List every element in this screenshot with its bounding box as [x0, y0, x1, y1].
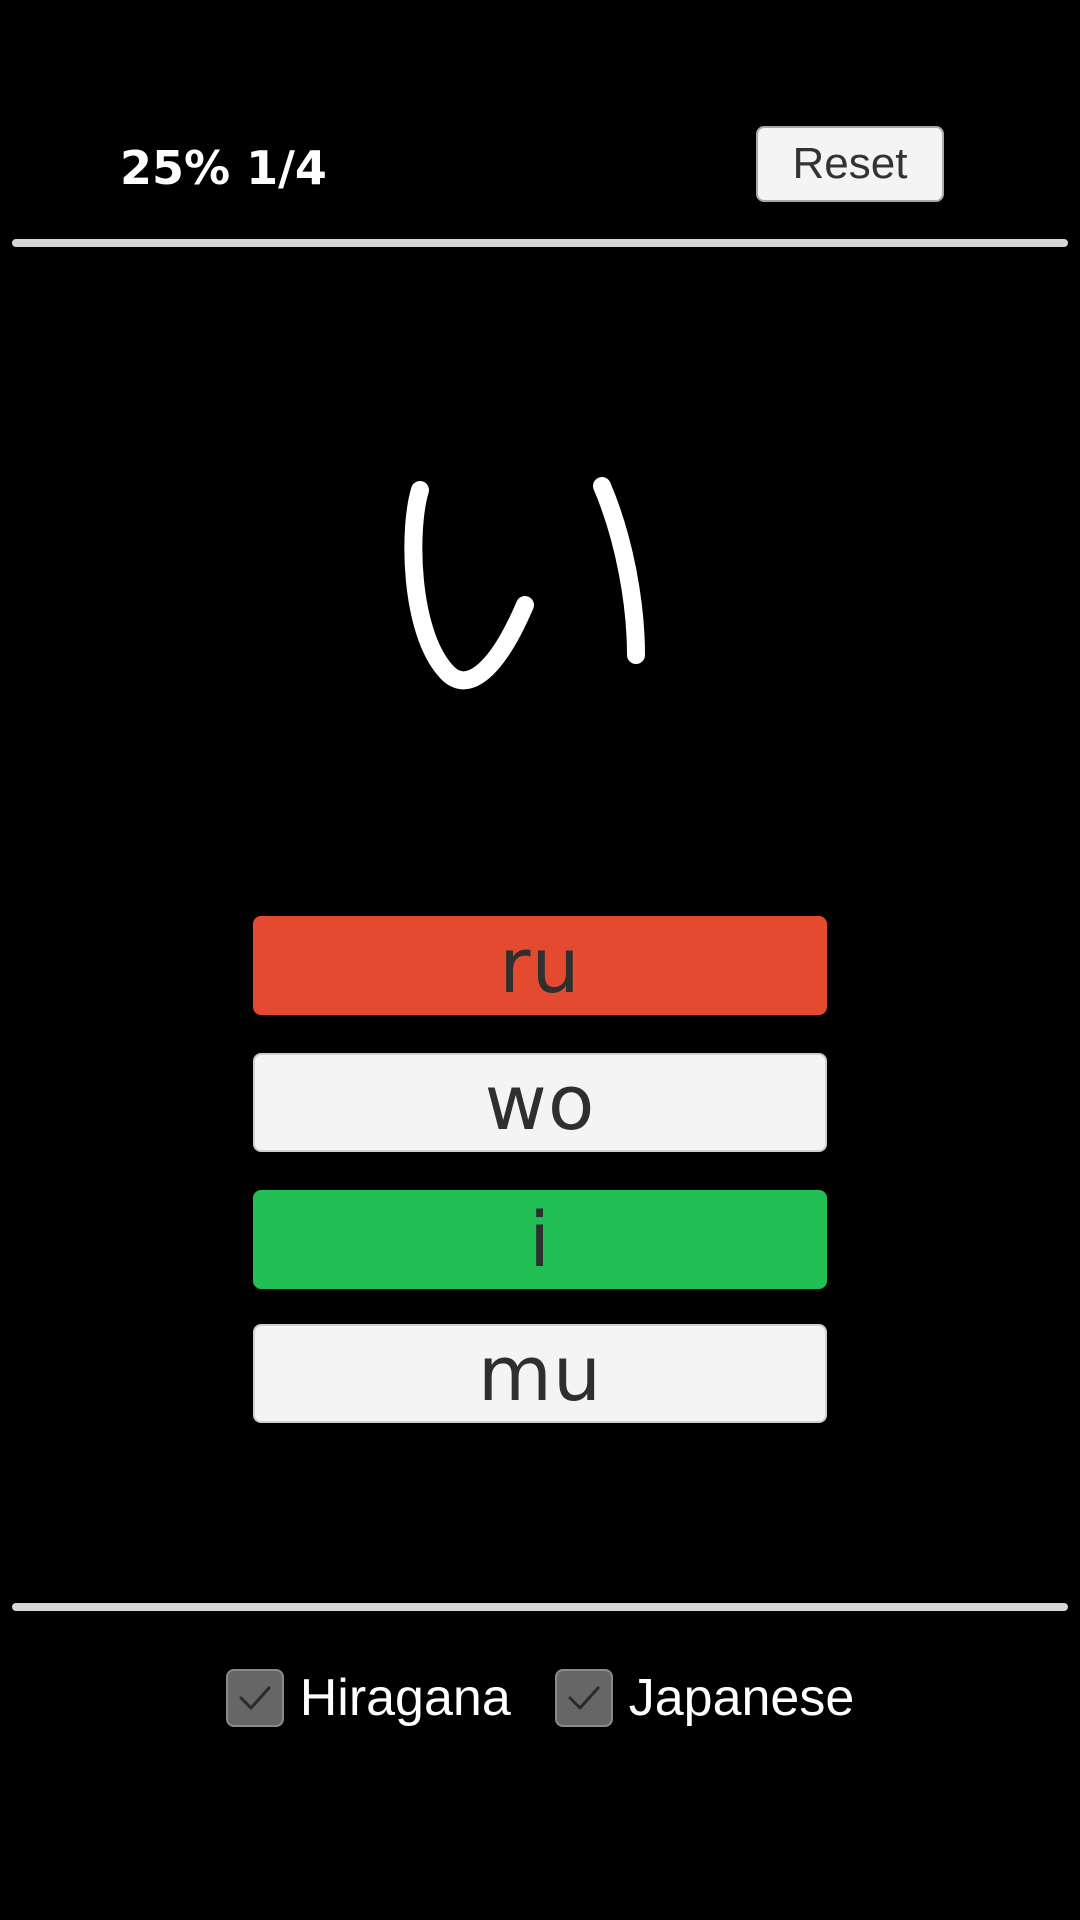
- answer-label: i: [528, 1194, 552, 1284]
- japanese-label: Japanese: [628, 1669, 855, 1727]
- hiragana-option[interactable]: Hiragana: [225, 1668, 511, 1728]
- options-row: Hiragana Japanese: [0, 1658, 1080, 1738]
- kana-stroke-left: [404, 481, 534, 690]
- hiragana-label: Hiragana: [299, 1669, 511, 1727]
- question-kana: い: [0, 460, 1080, 720]
- progress-indicator: 25% 1/4: [120, 138, 327, 198]
- kana-glyph: [404, 477, 645, 690]
- top-divider: [12, 239, 1068, 247]
- answer-button-wo[interactable]: wo: [253, 1053, 827, 1152]
- reset-button[interactable]: Reset: [756, 126, 944, 202]
- progress-percent: 25%: [120, 141, 231, 195]
- answer-label: wo: [484, 1057, 596, 1147]
- japanese-option[interactable]: Japanese: [554, 1668, 855, 1728]
- answer-button-i[interactable]: i: [253, 1190, 827, 1289]
- check-icon: [568, 1686, 600, 1710]
- answer-button-mu[interactable]: mu: [253, 1324, 827, 1423]
- answer-label: ru: [499, 920, 581, 1010]
- japanese-checkbox[interactable]: [554, 1669, 613, 1727]
- answer-label: mu: [477, 1328, 603, 1418]
- bottom-divider: [12, 1603, 1068, 1611]
- kana-stroke-right: [593, 477, 645, 664]
- hiragana-checkbox[interactable]: [225, 1669, 284, 1727]
- reset-button-label: Reset: [792, 139, 908, 188]
- check-icon: [239, 1686, 271, 1710]
- progress-count: 1/4: [246, 141, 327, 195]
- answer-button-ru[interactable]: ru: [253, 916, 827, 1015]
